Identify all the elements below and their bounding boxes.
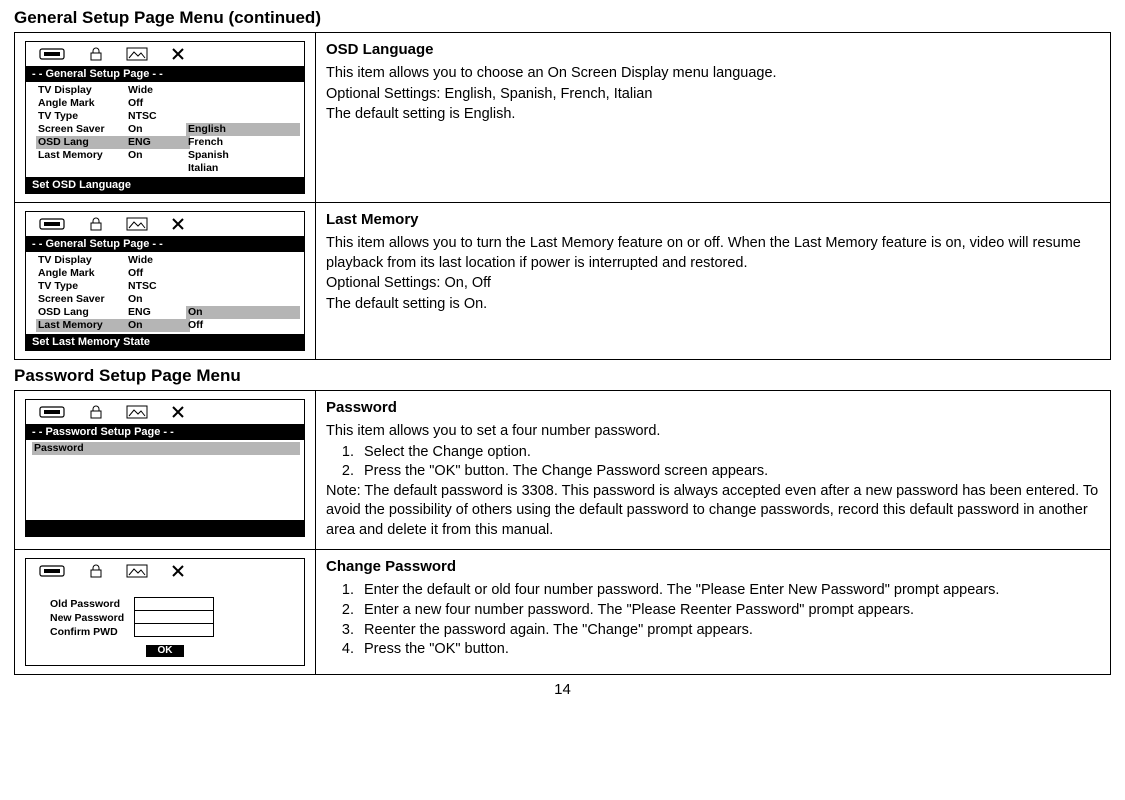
old-password-field[interactable] <box>134 597 214 611</box>
osd-row-anglemark: Angle Mark <box>36 97 126 110</box>
picture-icon <box>126 47 148 61</box>
osd-footer: Set OSD Language <box>26 177 304 193</box>
password-desc1: This item allows you to set a four numbe… <box>326 422 1100 442</box>
password-note: Note: The default password is 3308. This… <box>326 482 1100 541</box>
setup-icon <box>38 563 66 579</box>
osd-box-lastmemory: - - General Setup Page - - TV Display An… <box>25 211 305 351</box>
picture-icon <box>126 564 148 578</box>
osd-row-screensaver: Screen Saver <box>36 123 126 136</box>
lock-icon <box>88 216 104 232</box>
osd-option-italian[interactable]: Italian <box>186 162 300 175</box>
osd-option-off[interactable]: Off <box>186 319 300 332</box>
tools-icon <box>170 46 188 62</box>
change-password-title: Change Password <box>326 558 1100 575</box>
osd-language-title: OSD Language <box>326 41 1100 58</box>
osd-icon-row <box>26 212 304 236</box>
osd-box-password: - - Password Setup Page - - Password Cha… <box>25 399 305 537</box>
section-heading-password: Password Setup Page Menu <box>14 366 1111 386</box>
section-heading-general: General Setup Page Menu (continued) <box>14 8 1111 28</box>
setup-icon <box>38 404 66 420</box>
picture-icon <box>126 405 148 419</box>
last-memory-desc2: Optional Settings: On, Off <box>326 274 1100 294</box>
picture-icon <box>126 217 148 231</box>
osd-row-anglemark: Angle Mark <box>36 267 126 280</box>
confirm-password-label: Confirm PWD <box>50 625 124 639</box>
osd-val-off: Off <box>126 267 186 280</box>
new-password-field[interactable] <box>134 610 214 624</box>
new-password-label: New Password <box>50 611 124 625</box>
osd-row-osdlang: OSD Lang <box>36 306 126 319</box>
last-memory-desc1: This item allows you to turn the Last Me… <box>326 234 1100 273</box>
change-password-step1: Enter the default or old four number pas… <box>358 581 1100 601</box>
tools-icon <box>170 563 188 579</box>
osd-title: - - Password Setup Page - - <box>26 424 304 440</box>
osd-row-tvtype: TV Type <box>36 280 126 293</box>
osd-val-ntsc: NTSC <box>126 280 186 293</box>
password-step1: Select the Change option. <box>358 443 1100 463</box>
osd-footer <box>26 520 304 536</box>
password-step2: Press the "OK" button. The Change Passwo… <box>358 462 1100 482</box>
osd-language-desc2: Optional Settings: English, Spanish, Fre… <box>326 85 1100 105</box>
osd-row-tvtype: TV Type <box>36 110 126 123</box>
osd-option-english[interactable]: English <box>186 123 300 136</box>
setup-icon <box>38 216 66 232</box>
setup-icon <box>38 46 66 62</box>
password-title: Password <box>326 399 1100 416</box>
lock-icon <box>88 563 104 579</box>
osd-val-on2: On <box>126 319 190 332</box>
osd-title: - - General Setup Page - - <box>26 66 304 82</box>
osd-row-screensaver: Screen Saver <box>36 293 126 306</box>
osd-val-off: Off <box>126 97 186 110</box>
osd-val-wide: Wide <box>126 254 186 267</box>
change-password-panel: Old Password New Password Confirm PWD OK <box>25 558 305 666</box>
osd-language-desc3: The default setting is English. <box>326 105 1100 125</box>
lock-icon <box>88 404 104 420</box>
osd-row-lastmemory[interactable]: Last Memory <box>36 319 126 332</box>
osd-icon-row <box>26 400 304 424</box>
osd-option-on[interactable]: On <box>186 306 300 319</box>
osd-row-tvdisplay: TV Display <box>36 254 126 267</box>
password-setup-table: - - Password Setup Page - - Password Cha… <box>14 390 1111 675</box>
lock-icon <box>88 46 104 62</box>
tools-icon <box>170 216 188 232</box>
osd-val-on: On <box>126 123 186 136</box>
osd-option-french[interactable]: French <box>186 136 300 149</box>
change-password-step3: Reenter the password again. The "Change"… <box>358 621 1100 641</box>
osd-val-on2: On <box>126 149 186 162</box>
change-password-step2: Enter a new four number password. The "P… <box>358 601 1100 621</box>
osd-row-lastmemory: Last Memory <box>36 149 126 162</box>
osd-title: - - General Setup Page - - <box>26 236 304 252</box>
osd-row-tvdisplay: TV Display <box>36 84 126 97</box>
osd-footer: Set Last Memory State <box>26 334 304 350</box>
osd-box-language: - - General Setup Page - - TV Display An… <box>25 41 305 194</box>
change-password-step4: Press the "OK" button. <box>358 640 1100 660</box>
osd-language-desc1: This item allows you to choose an On Scr… <box>326 64 1100 84</box>
osd-icon-row <box>26 559 304 583</box>
last-memory-desc3: The default setting is On. <box>326 295 1100 315</box>
osd-row-osdlang[interactable]: OSD Lang <box>36 136 126 149</box>
osd-val-eng: ENG <box>126 306 186 319</box>
osd-icon-row <box>26 42 304 66</box>
osd-val-wide: Wide <box>126 84 186 97</box>
osd-row-password[interactable]: Password <box>32 442 288 455</box>
tools-icon <box>170 404 188 420</box>
osd-val-ntsc: NTSC <box>126 110 186 123</box>
old-password-label: Old Password <box>50 597 124 611</box>
osd-val-eng: ENG <box>126 136 190 149</box>
last-memory-title: Last Memory <box>326 211 1100 228</box>
osd-val-on: On <box>126 293 186 306</box>
osd-option-spanish[interactable]: Spanish <box>186 149 300 162</box>
confirm-password-field[interactable] <box>134 623 214 637</box>
general-setup-table: - - General Setup Page - - TV Display An… <box>14 32 1111 360</box>
ok-button[interactable]: OK <box>146 645 184 657</box>
page-number: 14 <box>14 681 1111 698</box>
